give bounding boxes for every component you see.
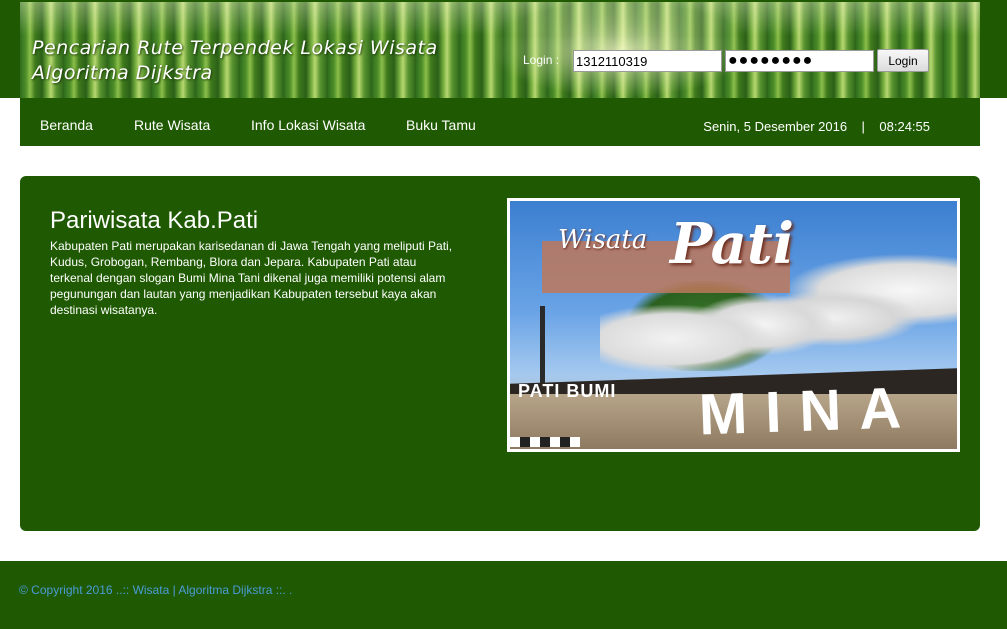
site-title-line1: Pencarian Rute Terpendek Lokasi Wisata: [32, 37, 438, 59]
login-label: Login :: [523, 53, 560, 67]
footer: © Copyright 2016 ..:: Wisata | Algoritma…: [0, 561, 1007, 629]
site-title: Pencarian Rute Terpendek Lokasi Wisata A…: [32, 36, 492, 86]
current-date: Senin, 5 Desember 2016: [703, 119, 848, 134]
photo-curb: [510, 437, 580, 447]
password-input[interactable]: [725, 50, 874, 72]
photo-sign-pati-bumi: PATI BUMI: [518, 381, 617, 401]
photo-script-wisata: Wisata: [558, 225, 648, 255]
nav-item-info-lokasi-wisata[interactable]: Info Lokasi Wisata: [251, 117, 365, 133]
content-description: Kabupaten Pati merupakan karisedanan di …: [50, 239, 453, 317]
header-banner: Pencarian Rute Terpendek Lokasi Wisata A…: [20, 2, 980, 98]
username-input[interactable]: [573, 50, 722, 72]
content-title: Pariwisata Kab.Pati: [50, 207, 259, 234]
nav-datetime: Senin, 5 Desember 2016 | 08:24:55: [703, 119, 930, 134]
main-navbar: Beranda Rute Wisata Info Lokasi Wisata B…: [20, 98, 980, 146]
photo-script-pati: Pati: [670, 211, 795, 277]
current-time: 08:24:55: [879, 119, 930, 134]
nav-item-beranda[interactable]: Beranda: [40, 117, 93, 133]
site-title-line2: Algoritma Dijkstra: [32, 62, 213, 84]
content-panel: Pariwisata Kab.Pati Kabupaten Pati merup…: [20, 176, 980, 531]
login-button[interactable]: Login: [877, 49, 929, 72]
footer-copyright: © Copyright 2016 ..:: Wisata | Algoritma…: [19, 583, 293, 597]
datetime-separator: |: [861, 119, 865, 134]
nav-item-rute-wisata[interactable]: Rute Wisata: [134, 117, 210, 133]
photo-sign-mina-tani: MINA TANI: [697, 374, 918, 449]
header: Pencarian Rute Terpendek Lokasi Wisata A…: [0, 0, 1007, 98]
nav-item-buku-tamu[interactable]: Buku Tamu: [406, 117, 476, 133]
tourism-photo: Wisata Pati PATI BUMI MINA TANI: [507, 198, 960, 452]
